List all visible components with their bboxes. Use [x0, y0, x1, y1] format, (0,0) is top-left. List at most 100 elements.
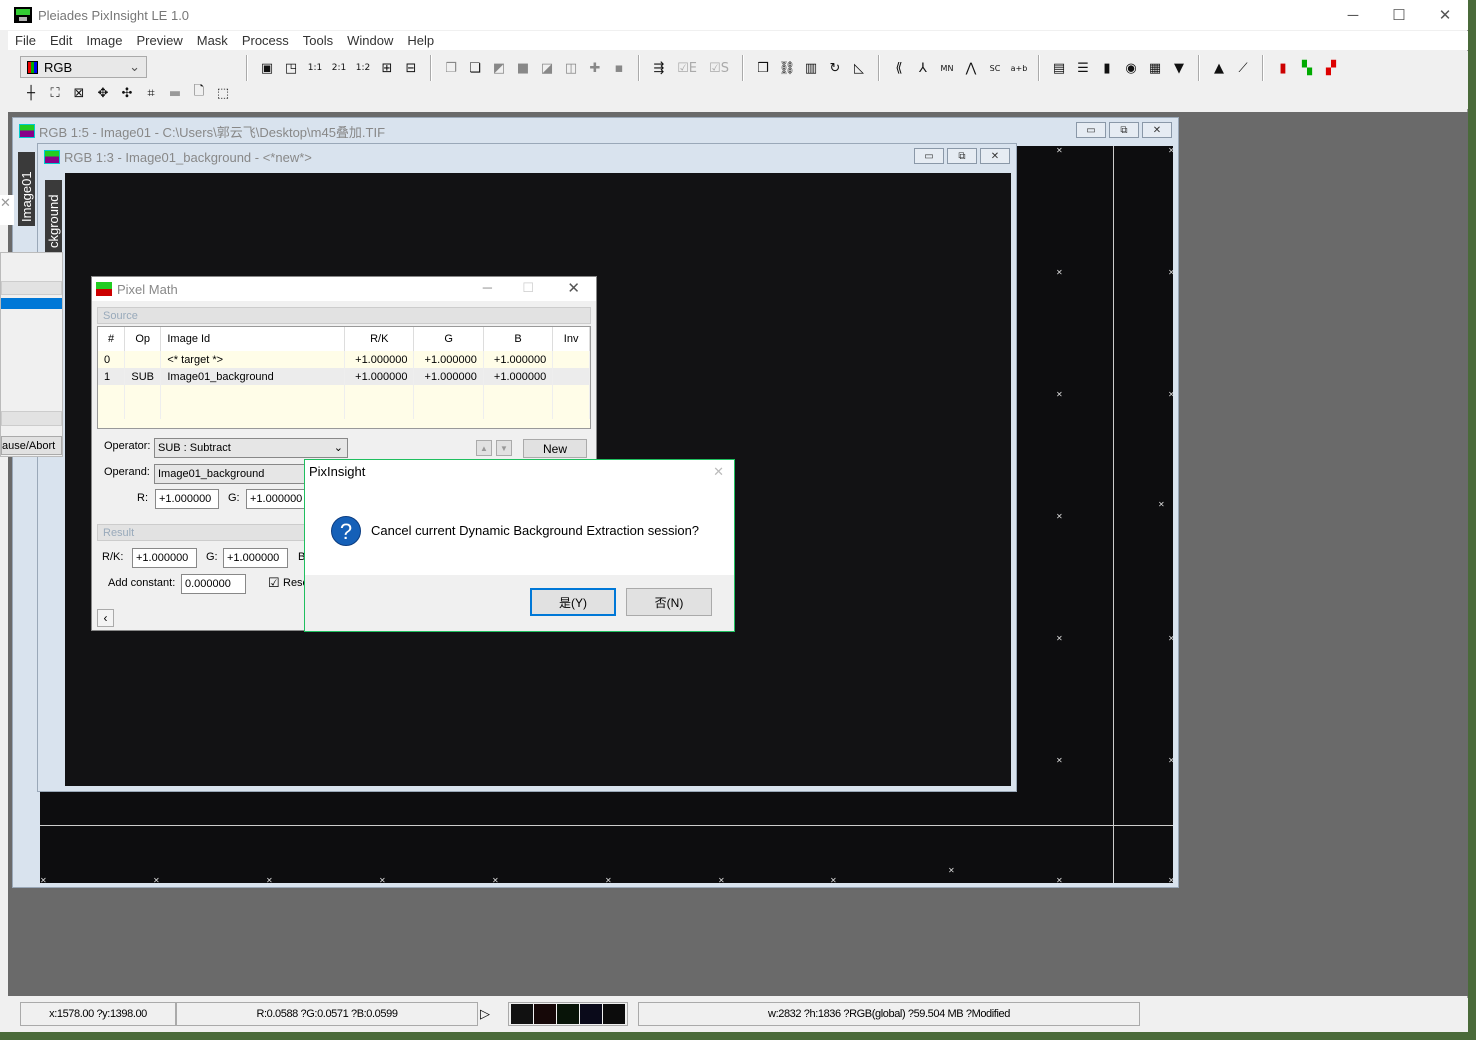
- paste-icon[interactable]: ◩: [490, 59, 508, 77]
- frame-icon[interactable]: ▥: [802, 59, 820, 77]
- sample-marker-icon[interactable]: ✕: [379, 877, 386, 884]
- sample-marker-icon[interactable]: ✕: [1168, 877, 1173, 884]
- no-button[interactable]: 否(N): [626, 588, 712, 616]
- crosshair-icon[interactable]: ┼: [22, 84, 40, 102]
- column-header[interactable]: B: [483, 327, 554, 351]
- menu-mask[interactable]: Mask: [190, 31, 235, 50]
- merge-icon[interactable]: ◫: [562, 59, 580, 77]
- fit-icon[interactable]: ▪: [610, 59, 628, 77]
- sample-marker-icon[interactable]: ✕: [266, 877, 273, 884]
- menu-tools[interactable]: Tools: [296, 31, 340, 50]
- table-row[interactable]: 0 <* target *> +1.000000 +1.000000 +1.000000: [98, 351, 590, 368]
- close-button[interactable]: ✕: [567, 279, 580, 297]
- window-title-bar[interactable]: RGB 1:3 - Image01_background - <*new*>: [38, 144, 1016, 170]
- close-button[interactable]: ✕: [713, 464, 724, 480]
- column-header[interactable]: Image Id: [160, 327, 346, 351]
- move-down-button[interactable]: ▼: [496, 440, 512, 456]
- menu-image[interactable]: Image: [79, 31, 129, 50]
- sample-marker-icon[interactable]: ✕: [1168, 269, 1173, 277]
- color-bars-icon[interactable]: ▮: [1274, 59, 1292, 77]
- crop-icon[interactable]: ⌗: [142, 84, 160, 102]
- move-up-button[interactable]: ▲: [476, 440, 492, 456]
- add-constant-input[interactable]: 0.000000: [181, 574, 246, 594]
- statistics-icon[interactable]: ▤: [1050, 59, 1068, 77]
- sample-marker-icon[interactable]: ✕: [1056, 391, 1063, 399]
- sample-marker-icon[interactable]: ✕: [1168, 391, 1173, 399]
- zoom-out-icon[interactable]: ⊟: [402, 59, 420, 77]
- check-s[interactable]: ☑ S: [706, 59, 732, 77]
- g-input[interactable]: +1.000000: [246, 489, 310, 509]
- column-header[interactable]: Inv: [552, 327, 590, 351]
- sample-marker-icon[interactable]: ✕: [40, 877, 47, 884]
- hist-transform-icon[interactable]: ▲: [1210, 59, 1228, 77]
- table-row[interactable]: [98, 385, 590, 402]
- monitor-icon[interactable]: ▼: [1170, 59, 1188, 77]
- zoom-2-1-icon[interactable]: 2:1: [330, 59, 348, 77]
- rk-input[interactable]: +1.000000: [132, 548, 197, 568]
- disabled-icon[interactable]: ▬: [166, 84, 184, 102]
- sample-marker-icon[interactable]: ✕: [1168, 757, 1173, 765]
- selected-list-item[interactable]: [1, 298, 62, 309]
- maximize-button[interactable]: ☐: [522, 280, 534, 296]
- source-table[interactable]: # Op Image Id R/K G B Inv 0 <* target *> +1.0000…: [97, 326, 591, 429]
- stack-icon[interactable]: ■: [514, 59, 532, 77]
- rescale-checkbox[interactable]: ☑: [268, 575, 280, 591]
- select-preview-icon[interactable]: ⬚: [214, 84, 232, 102]
- pause-abort-button[interactable]: ause/Abort: [1, 436, 62, 455]
- rgb-split-icon[interactable]: ▚: [1298, 59, 1316, 77]
- yes-button[interactable]: 是(Y): [530, 588, 616, 616]
- minimize-button[interactable]: ─: [1330, 0, 1376, 30]
- result-g-input[interactable]: +1.000000: [223, 548, 288, 568]
- minimize-button[interactable]: ─: [483, 280, 492, 295]
- table-row[interactable]: [98, 402, 590, 419]
- sample-marker-icon[interactable]: ✕: [718, 877, 725, 884]
- sample-marker-icon[interactable]: ✕: [492, 877, 499, 884]
- window-title-bar[interactable]: RGB 1:5 - Image01 - C:\Users\郭云飞\Desktop…: [13, 118, 1178, 144]
- minmax-icon[interactable]: MN: [938, 59, 956, 77]
- fit-window-icon[interactable]: ◳: [282, 59, 300, 77]
- minimize-button[interactable]: ▭: [914, 148, 944, 164]
- check-e[interactable]: ☑ E: [674, 59, 700, 77]
- close-button[interactable]: ✕: [1142, 122, 1172, 138]
- menu-file[interactable]: File: [8, 31, 43, 50]
- psf-icon[interactable]: ⅄: [914, 59, 932, 77]
- new-button[interactable]: New: [523, 439, 587, 458]
- sample-marker-icon[interactable]: ✕: [830, 877, 837, 884]
- clone-icon[interactable]: ❏: [466, 59, 484, 77]
- sample-marker-icon[interactable]: ✕: [1056, 147, 1063, 155]
- info-icon[interactable]: ☰: [1074, 59, 1092, 77]
- sample-marker-icon[interactable]: ✕: [1056, 513, 1063, 521]
- minimize-button[interactable]: ▭: [1076, 122, 1106, 138]
- rotate-icon[interactable]: ↻: [826, 59, 844, 77]
- new-window-icon[interactable]: ▣: [258, 59, 276, 77]
- color-mode-select[interactable]: RGB ⌄: [20, 56, 147, 78]
- zoom-shrink-icon[interactable]: ⊠: [70, 84, 88, 102]
- math-icon[interactable]: a+b: [1010, 59, 1028, 77]
- table-row[interactable]: 1 SUB Image01_background +1.000000 +1.000000…: [98, 368, 590, 385]
- sample-marker-icon[interactable]: ✕: [948, 867, 955, 875]
- column-header[interactable]: Op: [124, 327, 162, 351]
- graph-icon[interactable]: ⛓: [778, 59, 796, 77]
- sample-marker-icon[interactable]: ✕: [153, 877, 160, 884]
- restore-button[interactable]: ⧉: [1109, 122, 1139, 138]
- sample-marker-icon[interactable]: ✕: [1056, 877, 1063, 884]
- close-icon[interactable]: ✕: [0, 195, 14, 225]
- menu-preview[interactable]: Preview: [130, 31, 190, 50]
- maximize-button[interactable]: ☐: [1376, 0, 1422, 30]
- column-header[interactable]: #: [98, 327, 126, 351]
- zoom-in-icon[interactable]: ⊞: [378, 59, 396, 77]
- sample-marker-icon[interactable]: ✕: [1168, 635, 1173, 643]
- close-button[interactable]: ✕: [980, 148, 1010, 164]
- copy-window-icon[interactable]: ❒: [754, 59, 772, 77]
- operand-select[interactable]: Image01_background: [154, 464, 314, 484]
- wavelet-icon[interactable]: ⟪: [890, 59, 908, 77]
- restore-button[interactable]: ⧉: [947, 148, 977, 164]
- zoom-1-2-icon[interactable]: 1:2: [354, 59, 372, 77]
- move-icon[interactable]: ✣: [118, 84, 136, 102]
- zoom-fit-icon[interactable]: ⛶: [46, 84, 64, 102]
- tab-image01-background[interactable]: ckground: [45, 180, 62, 252]
- channels-icon[interactable]: ▦: [1146, 59, 1164, 77]
- column-header[interactable]: R/K: [344, 327, 415, 351]
- close-button[interactable]: ✕: [1422, 0, 1468, 30]
- view-icon[interactable]: ◉: [1122, 59, 1140, 77]
